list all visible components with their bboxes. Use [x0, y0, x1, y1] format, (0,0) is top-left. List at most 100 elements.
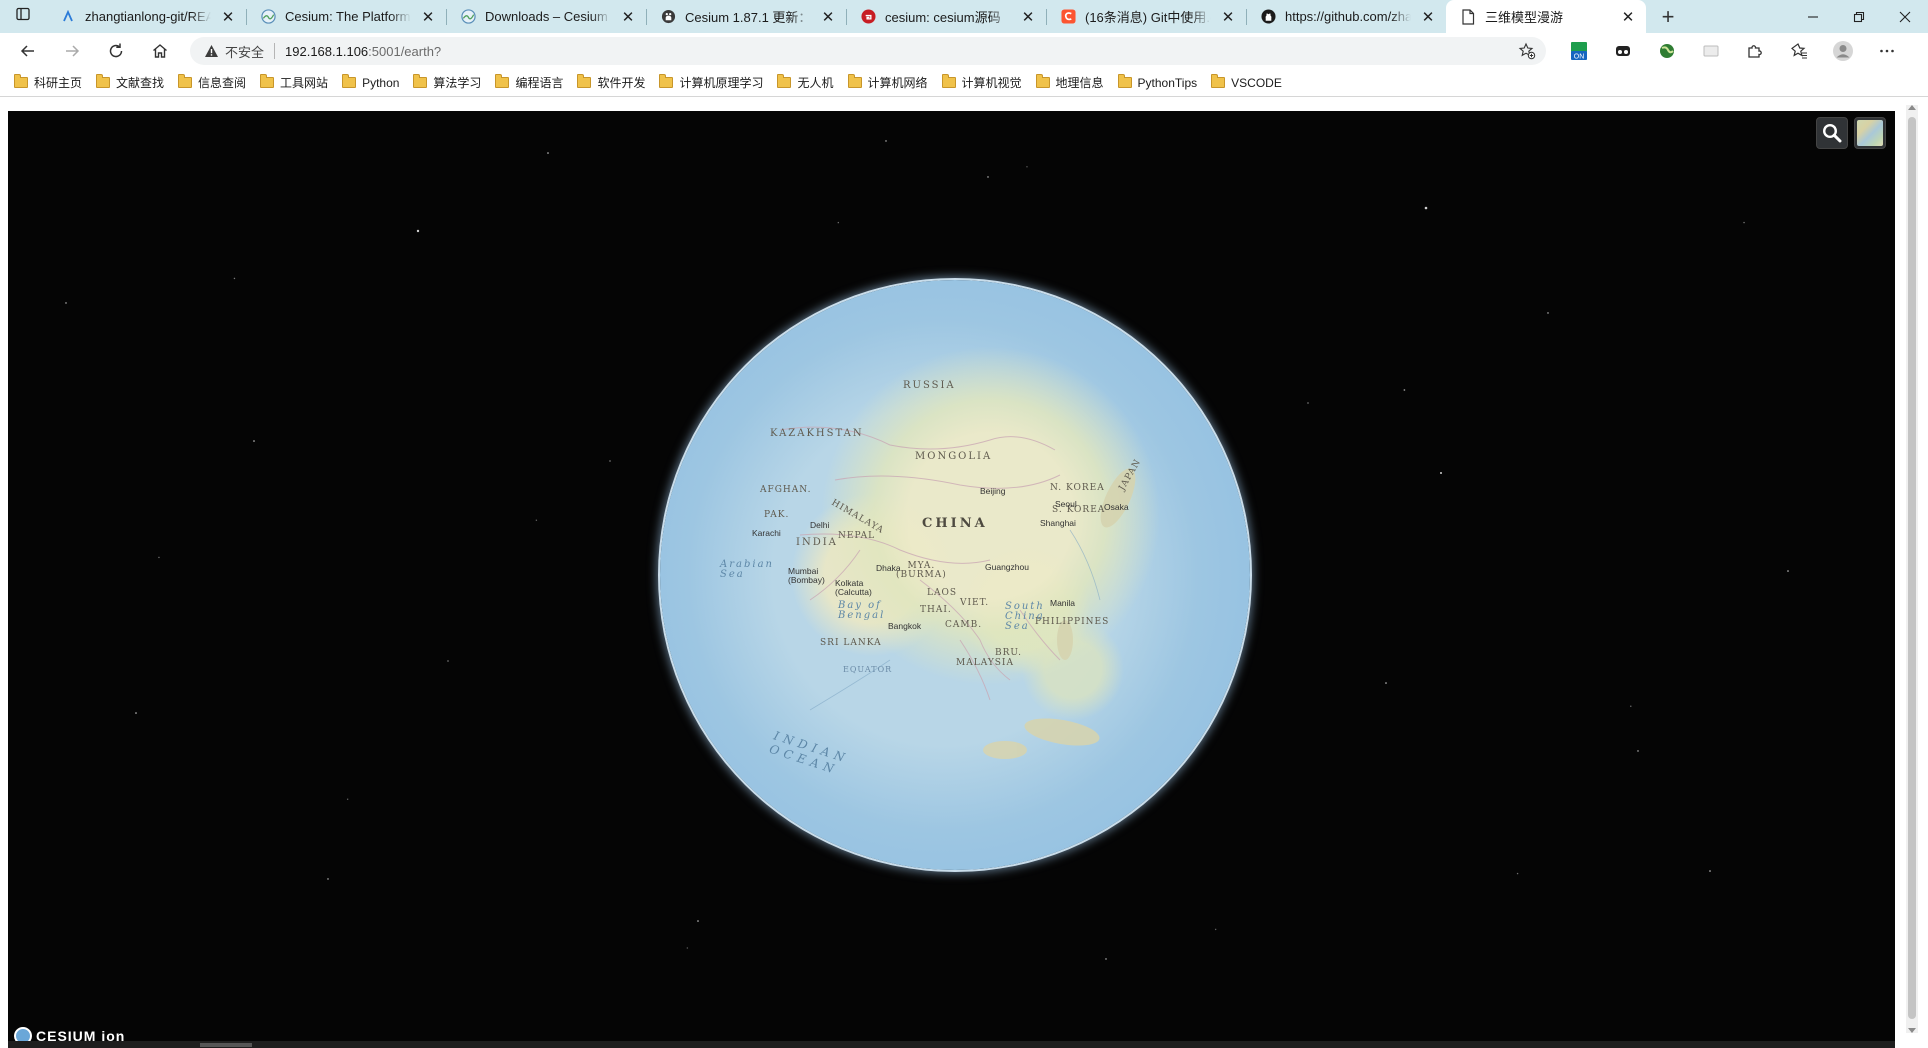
new-tab-button[interactable]: +	[1646, 0, 1690, 33]
tab-1[interactable]: Cesium: The Platform for 3 ✕	[246, 0, 446, 33]
close-window-button[interactable]	[1882, 0, 1928, 33]
tab-title: Cesium: The Platform for 3	[285, 9, 411, 24]
tab-4[interactable]: cesium: cesium源码 ✕	[846, 0, 1046, 33]
scroll-up-arrow-icon[interactable]	[1908, 105, 1916, 110]
security-indicator[interactable]: 不安全	[204, 42, 264, 61]
folder-icon	[1035, 74, 1050, 88]
tab-7-active[interactable]: 三维模型漫游 ✕	[1446, 0, 1646, 33]
vertical-scrollbar[interactable]	[1906, 105, 1918, 1033]
bookmark-label: 编程语言	[515, 76, 564, 90]
bookmark-folder[interactable]: 无人机	[777, 74, 834, 91]
extensions-button[interactable]	[1740, 36, 1770, 66]
settings-more-button[interactable]	[1872, 36, 1902, 66]
globe-extension-icon	[1660, 44, 1674, 58]
bookmark-folder[interactable]: 科研主页	[14, 74, 82, 91]
bookmark-folder[interactable]: 计算机视觉	[941, 74, 1022, 91]
geocoder-search-button[interactable]	[1816, 117, 1848, 149]
cesium-repo-icon	[60, 9, 76, 25]
map-city-mumbai: Mumbai (Bombay)	[788, 566, 825, 585]
bookmark-folder[interactable]: 信息查阅	[178, 74, 246, 91]
extension-globe-button[interactable]	[1652, 36, 1682, 66]
bookmark-label: 科研主页	[34, 76, 83, 90]
map-label-myanmar: MYA. (BURMA)	[896, 561, 947, 580]
bookmark-folder[interactable]: 软件开发	[577, 74, 645, 91]
map-city-shanghai: Shanghai	[1040, 518, 1076, 528]
cesium-credit-logo[interactable]: CESIUM ion	[14, 1027, 125, 1041]
scroll-thumb[interactable]	[1908, 117, 1916, 1019]
earth-globe[interactable]: RUSSIA KAZAKHSTAN MONGOLIA CHINA INDIA H…	[660, 280, 1250, 870]
close-tab-icon[interactable]: ✕	[420, 8, 436, 26]
folder-icon	[1117, 74, 1132, 88]
favorites-icon	[1791, 43, 1807, 59]
more-icon	[1880, 49, 1894, 53]
map-label-brunei: BRU.	[995, 648, 1023, 658]
tab-6[interactable]: https://github.com/zhangt ✕	[1246, 0, 1446, 33]
home-button[interactable]	[140, 35, 180, 67]
forward-button[interactable]	[52, 35, 92, 67]
bookmark-folder[interactable]: VSCODE	[1211, 74, 1282, 90]
minimize-button[interactable]	[1790, 0, 1836, 33]
forward-arrow-icon	[66, 45, 80, 57]
bookmark-label: 算法学习	[433, 76, 482, 90]
map-label-vietnam: VIET.	[960, 598, 990, 608]
map-city-dhaka: Dhaka	[876, 563, 901, 573]
address-bar[interactable]: 不安全 192.168.1.106:5001/earth?	[190, 37, 1546, 65]
horizontal-scroll-thumb[interactable]	[200, 1043, 252, 1047]
folder-icon	[178, 74, 193, 88]
tab-3[interactable]: Cesium 1.87.1 更新：实验 ✕	[646, 0, 846, 33]
tab-actions-button[interactable]	[0, 0, 46, 33]
map-sea-arabian: Arabian Sea	[720, 559, 774, 580]
close-tab-icon[interactable]: ✕	[220, 8, 236, 26]
close-tab-icon[interactable]: ✕	[1220, 8, 1236, 26]
add-favorite-button[interactable]	[1518, 42, 1536, 60]
favorites-button[interactable]	[1784, 36, 1814, 66]
cesium-logo-icon	[260, 9, 276, 25]
extension-incognito-button[interactable]	[1608, 36, 1638, 66]
map-label-sri-lanka: SRI LANKA	[820, 638, 882, 648]
base-layer-picker-button[interactable]	[1854, 117, 1886, 149]
tab-2[interactable]: Downloads – Cesium ✕	[446, 0, 646, 33]
cesium-logo-icon	[460, 9, 476, 25]
close-tab-icon[interactable]: ✕	[1620, 8, 1636, 26]
bookmark-folder[interactable]: Python	[342, 74, 399, 90]
profile-button[interactable]	[1828, 36, 1858, 66]
avatar-icon	[1833, 41, 1853, 61]
bookmark-label: 无人机	[797, 76, 834, 90]
close-tab-icon[interactable]: ✕	[820, 8, 836, 26]
map-label-cambodia: CAMB.	[945, 620, 983, 630]
github-icon	[660, 9, 676, 25]
folder-icon	[96, 74, 111, 88]
restore-icon	[1853, 11, 1865, 22]
folder-icon	[777, 74, 792, 88]
extension-screenshot-button[interactable]	[1696, 36, 1726, 66]
bookmark-label: VSCODE	[1231, 75, 1282, 90]
bookmark-folder[interactable]: PythonTips	[1117, 74, 1198, 90]
url-host: 192.168.1.106	[285, 43, 369, 59]
back-button[interactable]	[8, 35, 48, 67]
bookmark-folder[interactable]: 计算机网络	[847, 74, 928, 91]
tab-5[interactable]: (16条消息) Git中使用.gitig ✕	[1046, 0, 1246, 33]
tab-title: cesium: cesium源码	[885, 10, 1001, 25]
folder-icon	[659, 74, 674, 88]
tab-0[interactable]: zhangtianlong-git/READM ✕	[46, 0, 246, 33]
bookmark-label: PythonTips	[1137, 75, 1198, 90]
restore-button[interactable]	[1836, 0, 1882, 33]
close-tab-icon[interactable]: ✕	[1420, 8, 1436, 26]
scroll-down-arrow-icon[interactable]	[1908, 1028, 1916, 1033]
bookmark-folder[interactable]: 文献查找	[96, 74, 164, 91]
map-equator-label: EQUATOR	[843, 665, 893, 674]
map-label-china: CHINA	[922, 516, 988, 531]
extension-translate-button[interactable]: ON	[1564, 36, 1594, 66]
close-tab-icon[interactable]: ✕	[620, 8, 636, 26]
cesium-viewer[interactable]: RUSSIA KAZAKHSTAN MONGOLIA CHINA INDIA H…	[8, 111, 1895, 1041]
bookmark-folder[interactable]: 地理信息	[1035, 74, 1104, 91]
bookmark-folder[interactable]: 计算机原理学习	[659, 74, 763, 91]
credit-text: CESIUM ion	[36, 1028, 126, 1041]
puzzle-icon	[1748, 45, 1762, 58]
minimize-icon	[1808, 15, 1818, 18]
bookmark-folder[interactable]: 算法学习	[413, 74, 481, 91]
bookmark-folder[interactable]: 工具网站	[260, 74, 328, 91]
bookmark-folder[interactable]: 编程语言	[495, 74, 563, 91]
close-tab-icon[interactable]: ✕	[1020, 8, 1036, 26]
refresh-button[interactable]	[96, 35, 136, 67]
